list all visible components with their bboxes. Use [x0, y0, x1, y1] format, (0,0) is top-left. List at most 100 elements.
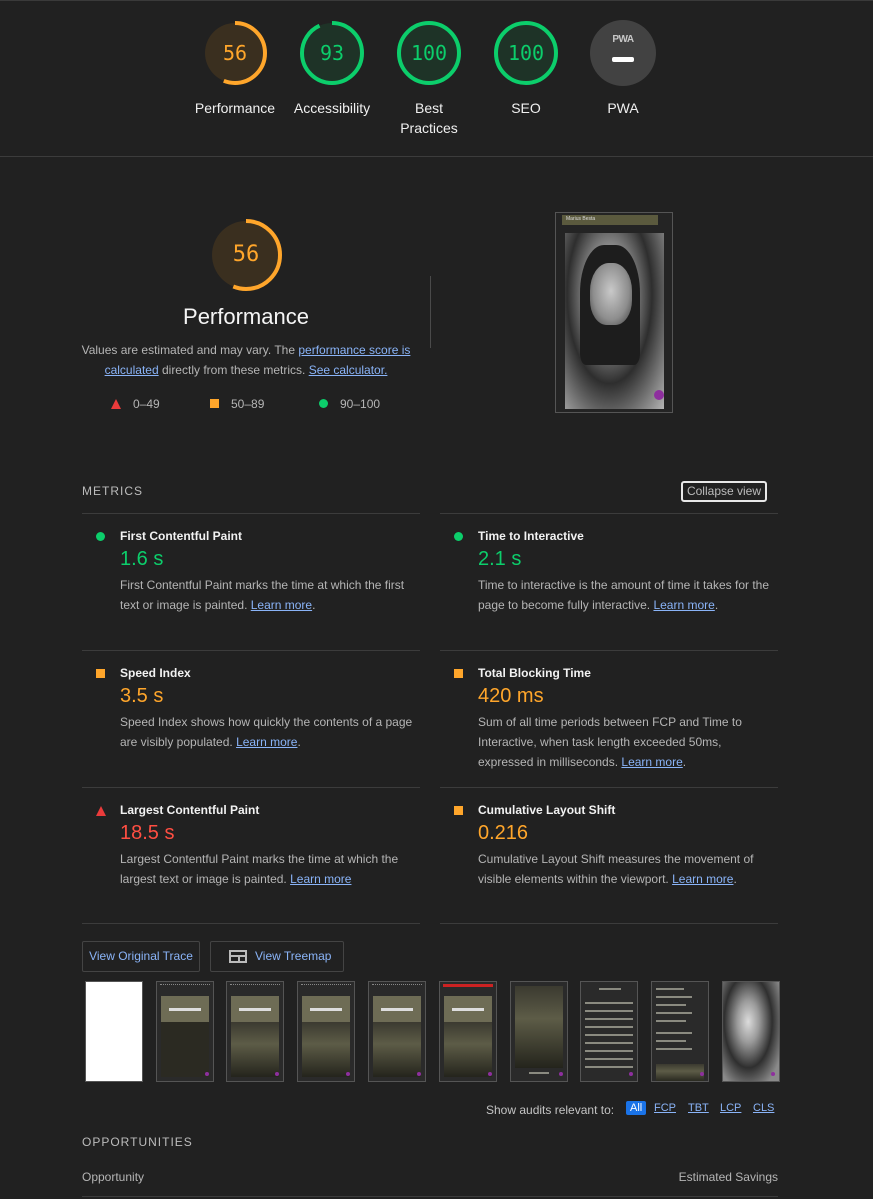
metric-description: Speed Index shows how quickly the conten… — [120, 712, 416, 752]
gauge-score: 100 — [410, 41, 448, 65]
metric-desc-text: Largest Contentful Paint marks the time … — [120, 852, 399, 886]
top-border — [0, 0, 873, 1]
gauge-label: Best Practices — [400, 100, 458, 136]
metric-divider — [82, 923, 420, 924]
metric-desc-tail: . — [733, 872, 737, 886]
metric-description: First Contentful Paint marks the time at… — [120, 575, 416, 615]
metric-divider — [82, 787, 420, 788]
filmstrip-frame[interactable] — [297, 981, 355, 1082]
screenshot-header: Marius Besta — [562, 215, 658, 225]
frame-hero — [302, 996, 350, 1022]
learn-more-link[interactable]: Learn more — [672, 872, 733, 886]
learn-more-link[interactable]: Learn more — [251, 598, 312, 612]
filmstrip-frame[interactable] — [722, 981, 780, 1082]
metrics-title: METRICS — [82, 484, 143, 498]
header-divider — [0, 156, 873, 157]
frame-text-line — [656, 996, 692, 998]
frame-nav — [372, 984, 422, 987]
frame-hero-title — [381, 1008, 413, 1011]
square-icon — [454, 806, 463, 815]
gauge-seo[interactable]: 100 SEO — [476, 20, 576, 118]
view-treemap-button[interactable]: View Treemap — [210, 941, 344, 972]
frame-text-line — [585, 1066, 633, 1068]
frame-hero-title — [310, 1008, 342, 1011]
filmstrip-frame[interactable] — [226, 981, 284, 1082]
frame-image — [231, 1022, 279, 1077]
opportunities-title: OPPORTUNITIES — [82, 1135, 193, 1149]
metric-divider — [440, 923, 778, 924]
pwa-ring: PWA — [590, 20, 656, 86]
square-icon — [96, 669, 105, 678]
gauge-ring: 93 — [299, 20, 365, 86]
opportunity-column-header: Opportunity — [82, 1170, 145, 1184]
metric-value: 18.5 s — [120, 822, 175, 844]
metric-divider — [440, 787, 778, 788]
frame-text-line — [656, 1032, 692, 1034]
filter-tag-lcp[interactable]: LCP — [720, 1102, 741, 1114]
frame-text-line — [656, 1004, 686, 1006]
gauge-pwa[interactable]: PWA PWA — [573, 20, 673, 118]
screenshot-header-text: Marius Besta — [566, 216, 596, 222]
frame-hero-title — [239, 1008, 271, 1011]
learn-more-link[interactable]: Learn more — [236, 735, 297, 749]
gauge-performance[interactable]: 56 Performance — [185, 20, 285, 118]
frame-image — [444, 1022, 492, 1077]
metric-value: 0.216 — [478, 822, 529, 844]
legend-range: 50–89 — [231, 397, 265, 411]
filter-tag-all[interactable]: All — [626, 1101, 647, 1115]
frame-text-line — [599, 988, 621, 990]
frame-hero — [231, 996, 279, 1022]
legend-range: 90–100 — [340, 397, 381, 411]
treemap-icon — [229, 950, 247, 963]
filmstrip-frame[interactable] — [580, 981, 638, 1082]
purple-dot-icon — [417, 1072, 421, 1076]
filter-tag-cls[interactable]: CLS — [753, 1102, 774, 1114]
frame-nav — [160, 984, 210, 987]
frame-hero — [444, 996, 492, 1022]
metric-name: Time to Interactive — [478, 529, 584, 543]
frame-text-line — [656, 1020, 686, 1022]
view-original-trace-button[interactable]: View Original Trace — [82, 941, 200, 972]
portrait-face — [590, 263, 632, 325]
frame-text-line — [585, 1058, 633, 1060]
collapse-view-button[interactable]: Collapse view — [681, 481, 767, 502]
calculator-link[interactable]: See calculator. — [309, 363, 388, 377]
filmstrip-frame[interactable] — [156, 981, 214, 1082]
filmstrip-frame[interactable] — [368, 981, 426, 1082]
gauge-best-practices[interactable]: 100 Best Practices — [379, 20, 479, 138]
frame-image — [302, 1022, 350, 1077]
portrait-image — [565, 233, 664, 409]
metric-value: 2.1 s — [478, 548, 522, 570]
final-screenshot[interactable]: Marius Besta — [555, 212, 673, 413]
learn-more-link[interactable]: Learn more — [290, 872, 351, 886]
metric-description: Time to interactive is the amount of tim… — [478, 575, 774, 615]
metric-divider — [82, 513, 420, 514]
metric-desc-tail: . — [682, 755, 687, 769]
purple-dot-icon — [700, 1072, 704, 1076]
gauge-label: SEO — [511, 100, 541, 116]
frame-nav — [301, 984, 351, 987]
filmstrip-frame[interactable] — [439, 981, 497, 1082]
filter-tag-tbt[interactable]: TBT — [688, 1102, 709, 1114]
filter-tag-fcp[interactable]: FCP — [654, 1102, 676, 1114]
filmstrip-frame[interactable] — [85, 981, 143, 1082]
metric-value: 3.5 s — [120, 685, 164, 707]
metric-description: Sum of all time periods between FCP and … — [478, 712, 774, 772]
performance-score: 56 — [232, 242, 260, 267]
frame-text-line — [656, 1040, 686, 1042]
frame-hero — [373, 996, 421, 1022]
frame-text-line — [585, 1002, 633, 1004]
metric-description: Largest Contentful Paint marks the time … — [120, 849, 416, 889]
metric-divider — [440, 513, 778, 514]
learn-more-link[interactable]: Learn more — [653, 598, 714, 612]
learn-more-link[interactable]: Learn more — [621, 755, 682, 769]
metric-value: 1.6 s — [120, 548, 164, 570]
filmstrip-frame[interactable] — [510, 981, 568, 1082]
filmstrip — [82, 981, 780, 1083]
frame-text-line — [585, 1010, 633, 1012]
filmstrip-frame[interactable] — [651, 981, 709, 1082]
frame-text-line — [585, 1026, 633, 1028]
metric-desc-text: Sum of all time periods between FCP and … — [478, 715, 742, 769]
metric-name: Cumulative Layout Shift — [478, 803, 616, 817]
gauge-accessibility[interactable]: 93 Accessibility — [282, 20, 382, 118]
